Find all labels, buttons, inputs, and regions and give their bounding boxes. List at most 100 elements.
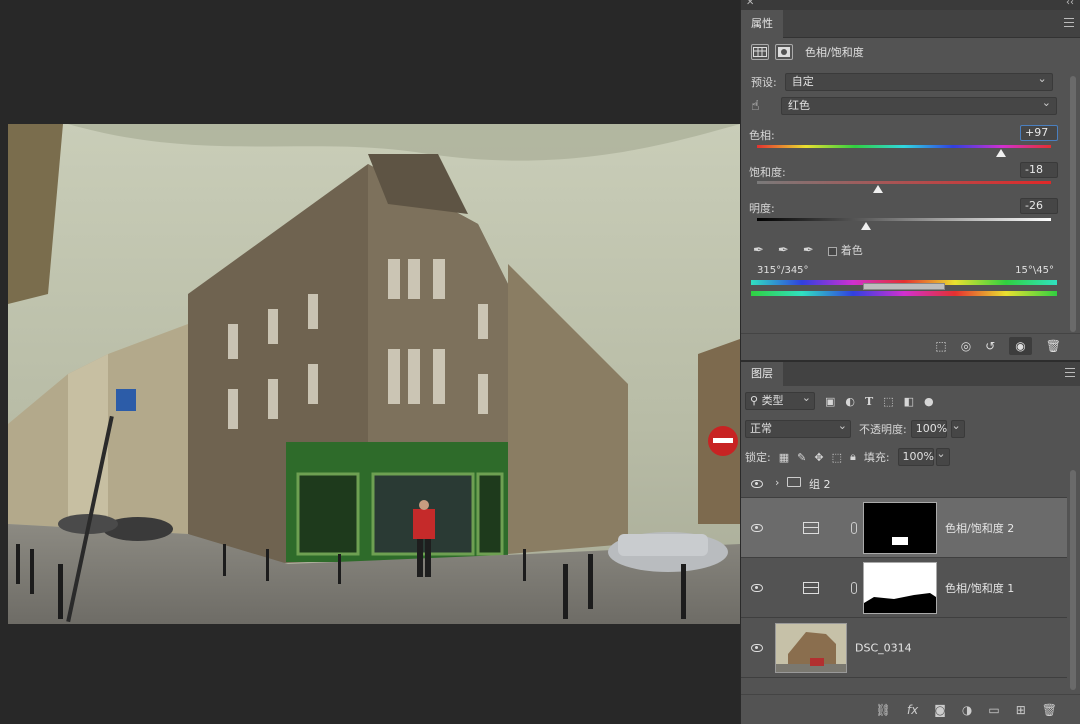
properties-header: 色相/饱和度: [751, 44, 864, 60]
chevron-right-icon[interactable]: ›: [775, 476, 779, 489]
document-image[interactable]: [8, 124, 740, 624]
opacity-value: 100%: [915, 422, 948, 435]
layer-name: DSC_0314: [855, 641, 912, 654]
targeted-adjustment-hand-icon[interactable]: ☝: [751, 98, 775, 114]
preset-select[interactable]: 自定: [784, 71, 1053, 91]
layers-tabbar: 图层: [741, 360, 1080, 386]
layer-mask-thumbnail[interactable]: [863, 501, 937, 554]
delete-layer-icon[interactable]: 🗑: [1042, 703, 1057, 717]
eye-icon[interactable]: [751, 643, 763, 652]
add-mask-icon[interactable]: ◙: [934, 703, 946, 717]
channel-select[interactable]: 红色: [781, 95, 1057, 115]
saturation-slider-track[interactable]: [757, 181, 1051, 184]
collapse-panel-icon[interactable]: ‹‹: [1066, 0, 1074, 8]
adjustment-layer-icon: [803, 581, 819, 594]
saturation-label: 饱和度:: [749, 166, 786, 179]
tab-properties[interactable]: 属性: [741, 10, 783, 38]
range-left-label: 315°/345°: [757, 265, 809, 276]
layers-list: › 组 2 色相/饱和度 2 色相/饱和度 1 DSC_0314: [741, 470, 1067, 678]
hue-label: 色相:: [749, 129, 775, 142]
filter-type-icon[interactable]: T: [865, 395, 873, 408]
canvas-area[interactable]: [0, 0, 740, 724]
eye-icon[interactable]: [751, 523, 763, 532]
blend-mode-value: 正常: [750, 422, 772, 435]
folder-icon: [787, 477, 801, 487]
lock-all-icon[interactable]: 🔒︎: [850, 450, 856, 464]
lightness-label: 明度:: [749, 202, 775, 215]
view-previous-state-icon[interactable]: ◎: [961, 339, 971, 353]
visibility-icon[interactable]: ◉: [1009, 336, 1032, 355]
range-right-label: 15°\45°: [1015, 265, 1054, 276]
opacity-dropdown[interactable]: [950, 418, 965, 438]
layer-filter-value: 类型: [761, 394, 784, 407]
filter-shape-icon[interactable]: ⬚: [883, 395, 893, 408]
layer-thumbnail[interactable]: [775, 622, 847, 673]
fill-field[interactable]: 100%: [897, 448, 934, 466]
fx-icon[interactable]: fx: [907, 703, 918, 717]
properties-tabbar: 属性: [741, 10, 1080, 38]
layers-scrollbar[interactable]: [1070, 470, 1076, 690]
colorize-label: 着色: [840, 244, 863, 257]
layer-filter-select[interactable]: ⚲ 类型: [745, 390, 815, 410]
link-icon[interactable]: [851, 521, 857, 534]
mask-icon[interactable]: [775, 44, 793, 60]
fill-dropdown[interactable]: [935, 446, 950, 466]
properties-scrollbar[interactable]: [1070, 76, 1076, 332]
layers-menu-icon[interactable]: [1065, 368, 1075, 377]
link-layers-icon[interactable]: ⛓: [876, 703, 891, 717]
filter-adjustment-icon[interactable]: ◐: [845, 395, 855, 408]
channel-value: 红色: [788, 99, 810, 112]
colorize-checkbox[interactable]: [827, 246, 837, 256]
saturation-field[interactable]: -18: [1020, 162, 1058, 178]
panel-menu-icon[interactable]: [1064, 18, 1074, 27]
layer-mask-thumbnail[interactable]: [863, 561, 937, 614]
lightness-slider-track[interactable]: [757, 218, 1051, 221]
new-adjustment-icon[interactable]: ◑: [962, 703, 972, 717]
layer-row-group-2[interactable]: › 组 2: [741, 470, 1067, 498]
layer-row-hue-saturation-1[interactable]: 色相/饱和度 1: [741, 558, 1067, 618]
blend-mode-select[interactable]: 正常: [745, 418, 851, 438]
hue-field[interactable]: +97: [1020, 125, 1058, 141]
hue-slider-thumb[interactable]: [996, 149, 1007, 157]
eyedropper-plus-icon[interactable]: ✒: [778, 243, 789, 258]
colorize-toggle[interactable]: 着色: [827, 242, 863, 258]
new-group-icon[interactable]: ▭: [988, 703, 999, 717]
lock-row: 锁定: ▦ ✎ ✥ ⬚ 🔒︎ 填充: 100%: [745, 446, 950, 466]
preset-value: 自定: [791, 75, 814, 88]
lock-transparent-icon[interactable]: ▦: [779, 451, 789, 464]
fill-value: 100%: [902, 450, 934, 463]
lightness-field[interactable]: -26: [1020, 198, 1058, 214]
opacity-field[interactable]: 100%: [910, 420, 948, 438]
filter-toggle-icon[interactable]: ●: [924, 395, 934, 408]
filter-pixel-icon[interactable]: ▣: [825, 395, 835, 408]
adjustment-layer-icon[interactable]: [751, 44, 769, 60]
opacity-label: 不透明度:: [859, 423, 907, 436]
eyedropper-minus-icon[interactable]: ✒: [803, 243, 814, 258]
layers-footer: ⛓ fx ◙ ◑ ▭ ⊞ 🗑: [741, 694, 1080, 724]
link-icon[interactable]: [851, 581, 857, 594]
layer-row-hue-saturation-2[interactable]: 色相/饱和度 2: [741, 498, 1067, 558]
eyedropper-tools: ✒ ✒ ✒ 着色: [753, 242, 863, 258]
lock-artboard-icon[interactable]: ⬚: [832, 451, 842, 464]
saturation-slider-thumb[interactable]: [872, 185, 883, 193]
range-selector[interactable]: [863, 283, 945, 290]
filter-smart-object-icon[interactable]: ◧: [904, 395, 914, 408]
reset-icon[interactable]: ↺: [985, 339, 995, 353]
lightness-slider-thumb[interactable]: [860, 222, 871, 230]
right-panel: ✕ ‹‹ 属性 色相/饱和度 预设: 自定 ☝ 红色 色相: +97 饱和度: …: [740, 0, 1080, 724]
layer-row-image[interactable]: DSC_0314: [741, 618, 1067, 678]
preset-row: 预设: 自定: [751, 71, 1053, 91]
close-panel-icon[interactable]: ✕: [746, 0, 754, 8]
eyedropper-icon[interactable]: ✒: [753, 243, 764, 258]
lock-position-icon[interactable]: ✥: [814, 451, 823, 464]
tab-layers[interactable]: 图层: [741, 362, 783, 386]
hue-slider-track[interactable]: [757, 145, 1051, 148]
eye-icon[interactable]: [751, 583, 763, 592]
new-layer-icon[interactable]: ⊞: [1016, 703, 1026, 717]
clip-to-layer-icon[interactable]: ⬚: [935, 339, 946, 353]
result-spectrum-bar: [751, 291, 1057, 296]
adjustment-layer-icon: [803, 521, 819, 534]
lock-image-icon[interactable]: ✎: [797, 451, 806, 464]
trash-icon[interactable]: 🗑: [1046, 339, 1061, 353]
eye-icon[interactable]: [751, 479, 763, 488]
